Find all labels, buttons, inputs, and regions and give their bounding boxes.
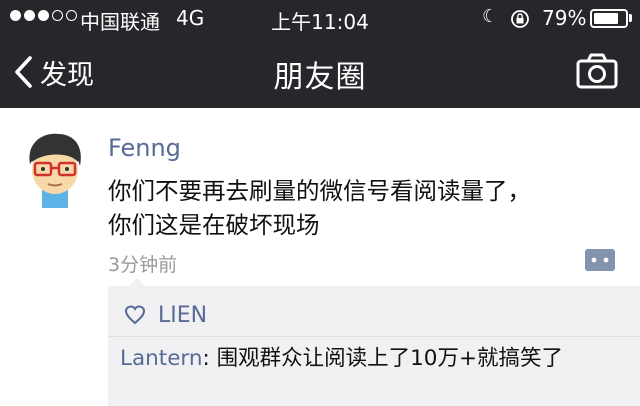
camera-icon[interactable] — [576, 52, 618, 90]
likes-row: LIEN — [124, 302, 207, 328]
moon-icon: ☾ — [482, 6, 499, 27]
commenter-name[interactable]: Lantern — [120, 346, 203, 371]
likes-divider — [108, 336, 640, 337]
post-text-line: 你们这是在破坏现场 — [108, 211, 320, 239]
navigation-bar: 发现 朋友圈 — [0, 36, 640, 108]
avatar[interactable] — [22, 130, 88, 208]
post-author-name[interactable]: Fenng — [108, 134, 181, 162]
battery-percentage: 79% — [542, 6, 587, 30]
top-bar: 中国联通 4G 上午11:04 ☾ 79% 发现 朋友圈 — [0, 0, 640, 108]
status-bar: 中国联通 4G 上午11:04 ☾ 79% — [0, 0, 640, 36]
heart-icon — [124, 305, 146, 325]
comment-separator: : — [202, 346, 217, 371]
post-timestamp: 3分钟前 — [108, 254, 178, 276]
battery-tip — [629, 14, 632, 22]
post-text: 你们不要再去刷量的微信号看阅读量了， 你们这是在破坏现场 — [108, 174, 628, 242]
comment-item[interactable]: Lantern: 围观群众让阅读上了10万+就搞笑了 — [120, 344, 590, 374]
post-text-line: 你们不要再去刷量的微信号看阅读量了， — [108, 177, 531, 205]
comment-text: 围观群众让阅读上了10万+就搞笑了 — [216, 346, 563, 371]
rotation-lock-icon — [511, 10, 529, 28]
battery-icon — [590, 9, 628, 28]
comment-icon[interactable] — [584, 248, 616, 272]
liker-name[interactable]: LIEN — [158, 303, 207, 328]
page-title: 朋友圈 — [273, 60, 367, 95]
